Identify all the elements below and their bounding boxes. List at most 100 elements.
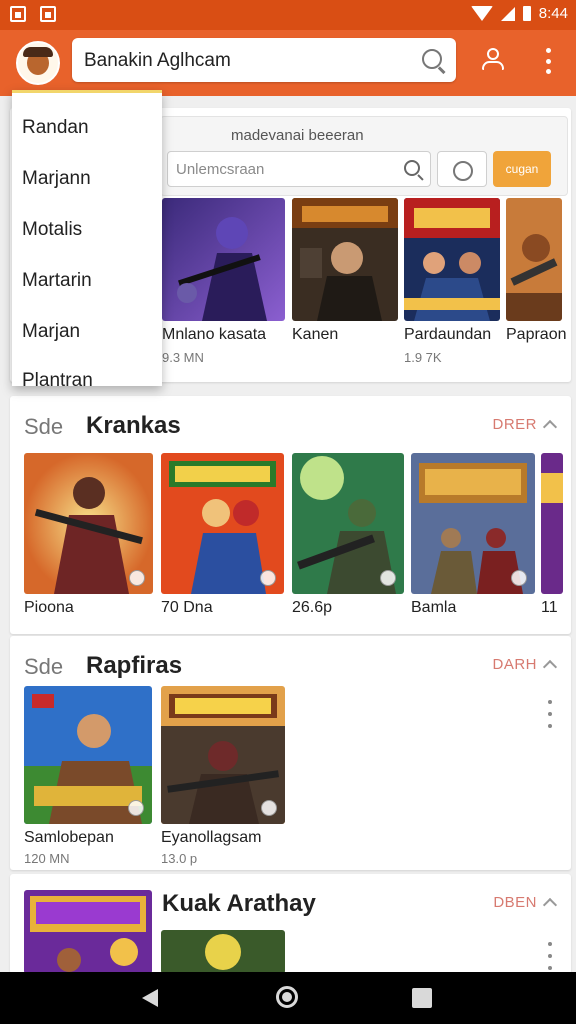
game-title: Pioona [24, 599, 74, 616]
section-toggle-button[interactable]: DRER [492, 416, 558, 435]
dropdown-item[interactable]: Plantran [22, 370, 93, 386]
section-toggle-label: DRER [492, 416, 537, 433]
avatar-face-icon [23, 47, 53, 75]
game-title: Papraon [506, 326, 567, 343]
more-vert-icon[interactable] [538, 46, 558, 76]
section-toggle-label: DBEN [493, 894, 537, 911]
game-title: Kanen [292, 326, 339, 343]
section-card-krankas: Sde Krankas DRER Pioona 70 Dna 26.6p Bam… [10, 396, 571, 634]
game-title: Mnlano kasata [162, 326, 267, 343]
game-art-image [24, 453, 153, 594]
game-tile[interactable] [24, 890, 152, 974]
sort-dropdown-menu: Randan Marjann Motalis Martarin Marjan P… [12, 90, 162, 386]
game-size: 9.3 MN [162, 350, 204, 365]
more-vert-icon[interactable] [548, 700, 554, 728]
game-size: 13.0 p [161, 851, 198, 866]
notification-icon [10, 6, 26, 22]
chevron-up-icon [542, 659, 558, 675]
section-toggle-label: DARH [492, 656, 537, 673]
game-art-image [162, 198, 285, 321]
inner-search-input[interactable]: Unlemcsraan [167, 151, 431, 187]
wifi-icon [470, 6, 493, 21]
game-title: 11 [541, 599, 558, 616]
dropdown-item[interactable]: Marjann [22, 168, 91, 190]
compass-icon [260, 570, 276, 586]
game-size: 1.9 7K [404, 350, 442, 365]
section-prefix: Sde [24, 414, 64, 439]
profile-avatar[interactable] [16, 41, 60, 85]
inner-search-placeholder: Unlemcsraan [176, 161, 265, 178]
section-card-kuak: Kuak Arathay DBEN [10, 874, 571, 974]
game-art-image [292, 453, 404, 594]
section-header: Sde Rapfiras DARH [24, 652, 558, 682]
game-title: Pardaundan [404, 326, 492, 343]
section-prefix: Sde [24, 654, 64, 679]
game-art-image [541, 453, 563, 594]
game-title: 70 Dna [161, 599, 213, 616]
game-tile[interactable] [161, 930, 285, 974]
game-tile[interactable]: Samlobepan 120 MN [24, 686, 152, 868]
compass-icon [261, 800, 277, 816]
search-input[interactable]: Banakin Aglhcam [72, 38, 456, 82]
home-icon[interactable] [276, 986, 298, 1008]
app-screen: 8:44 Banakin Aglhcam madevanai beeeran U… [0, 0, 576, 1024]
inner-search-title: madevanai beeeran [231, 127, 364, 144]
search-icon[interactable] [422, 49, 442, 69]
status-time: 8:44 [538, 5, 568, 22]
dropdown-item[interactable]: Randan [22, 117, 89, 139]
section-title: Rapfiras [86, 652, 183, 679]
chevron-up-icon [542, 897, 558, 913]
dropdown-item[interactable]: Marjan [22, 321, 80, 343]
section-toggle-button[interactable]: DARH [492, 656, 558, 675]
game-art-image [161, 453, 284, 594]
game-art-image [411, 453, 535, 594]
back-icon[interactable] [142, 989, 158, 1007]
game-art-image [24, 686, 152, 824]
more-vert-icon[interactable] [548, 942, 554, 970]
inner-search-panel: madevanai beeeran Unlemcsraan cugan [160, 116, 568, 196]
section-title: Krankas [86, 412, 181, 439]
game-tile[interactable]: 26.6p [292, 453, 404, 623]
game-tile[interactable]: Papraon [506, 198, 567, 368]
system-nav-bar [0, 972, 576, 1024]
game-title: Samlobepan [24, 829, 114, 846]
compass-icon [380, 570, 396, 586]
game-title: Eyanollagsam [161, 829, 262, 846]
section-card-rapfiras: Sde Rapfiras DARH Samlobepan 120 MN Eyan… [10, 636, 571, 870]
account-icon[interactable] [480, 46, 506, 72]
status-bar: 8:44 [0, 0, 576, 30]
game-tile[interactable]: 70 Dna [161, 453, 284, 623]
game-art-image [506, 198, 562, 321]
game-tile[interactable]: Kanen [292, 198, 398, 368]
search-query-text: Banakin Aglhcam [84, 50, 231, 71]
game-title: 26.6p [292, 599, 333, 616]
game-title: Bamla [411, 599, 457, 616]
game-art-image [292, 198, 398, 321]
game-tile[interactable]: Eyanollagsam 13.0 p [161, 686, 285, 868]
chevron-up-icon [542, 419, 558, 435]
compass-icon [511, 570, 527, 586]
dropdown-item[interactable]: Motalis [22, 219, 82, 241]
dropdown-item[interactable]: Martarin [22, 270, 92, 292]
game-art-image [24, 890, 152, 974]
game-art-image [161, 686, 285, 824]
section-toggle-button[interactable]: DBEN [493, 894, 558, 913]
photos-notification-icon [40, 6, 56, 22]
signal-icon [500, 6, 515, 21]
inner-filter-button[interactable] [437, 151, 487, 187]
compass-icon [129, 570, 145, 586]
game-tile[interactable]: Mnlano kasata 9.3 MN [162, 198, 285, 368]
game-tile[interactable]: Bamla [411, 453, 535, 623]
game-tile[interactable]: Pioona [24, 453, 153, 623]
section-title: Kuak Arathay [162, 890, 316, 917]
inner-go-button[interactable]: cugan [493, 151, 551, 187]
inner-search-icon[interactable] [404, 160, 420, 176]
game-tile[interactable]: 11 [541, 453, 563, 623]
section-header: Sde Krankas DRER [24, 412, 558, 442]
game-art-image [404, 198, 500, 321]
recents-icon[interactable] [412, 988, 432, 1008]
game-tile[interactable]: Pardaundan 1.9 7K [404, 198, 500, 368]
app-bar: Banakin Aglhcam [0, 30, 576, 96]
compass-icon [128, 800, 144, 816]
game-size: 120 MN [24, 851, 70, 866]
